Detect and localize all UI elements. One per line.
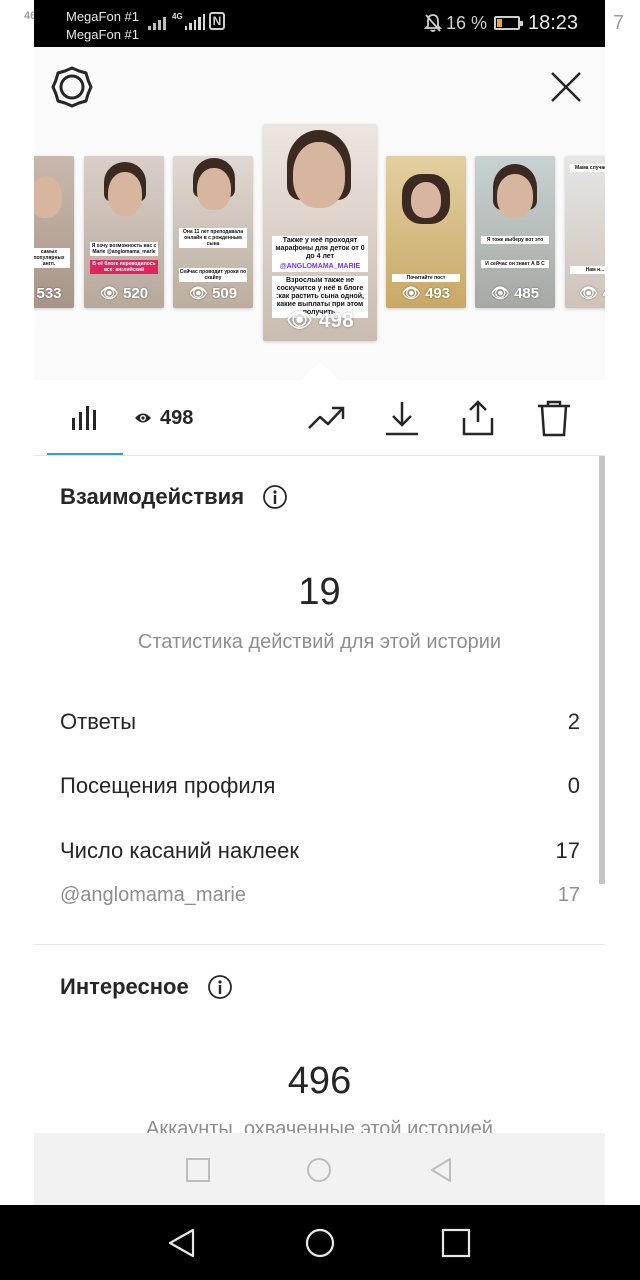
battery-icon bbox=[494, 16, 523, 30]
story-view-count: 👁 493 bbox=[401, 285, 451, 302]
story-thumbnail[interactable]: Почитайте пост 👁 493 bbox=[386, 156, 466, 308]
insights-content: Взаимодействия 19 Статистика действий дл… bbox=[34, 456, 605, 1133]
info-icon[interactable] bbox=[262, 484, 288, 510]
recents-square-icon[interactable] bbox=[440, 1227, 472, 1259]
back-triangle-icon[interactable] bbox=[166, 1227, 198, 1259]
recents-square-icon[interactable] bbox=[185, 1157, 211, 1183]
clock: 18:23 bbox=[528, 12, 579, 34]
discovery-title-text: Интересное bbox=[60, 974, 189, 999]
story-toolbar: 498 bbox=[34, 380, 605, 456]
story-thumbnail-selected[interactable]: Также у неё проходят марафоны для деток … bbox=[263, 124, 377, 341]
story-caption-bottom: И сейчас он знает А В С bbox=[481, 260, 549, 268]
metric-label: Ответы bbox=[60, 709, 137, 734]
screen-margin-left: 46 bbox=[0, 0, 36, 1205]
story-caption-bottom: В её блоге переводилось все: английский bbox=[90, 260, 158, 274]
delete-trash-icon[interactable] bbox=[534, 398, 574, 438]
viewers-count[interactable]: 498 bbox=[134, 404, 193, 432]
story-view-count: 👁 4 bbox=[579, 285, 605, 302]
metric-label: Посещения профиля bbox=[60, 773, 276, 798]
interactions-section-title: Взаимодействия bbox=[60, 484, 288, 510]
story-view-count: 👁 498 bbox=[286, 309, 354, 332]
metric-row-replies: Ответы 2 bbox=[60, 709, 580, 735]
story-caption: Мама случается bbox=[569, 164, 605, 172]
signal-icon bbox=[148, 14, 166, 30]
story-caption: самых популярных англ. bbox=[34, 248, 70, 268]
network-type: 4G bbox=[172, 12, 183, 21]
metric-row-profile-visits: Посещения профиля 0 bbox=[60, 773, 580, 799]
story-thumbnail[interactable]: Я хочу возможность вас с Marie @anglomam… bbox=[84, 156, 164, 308]
download-icon[interactable] bbox=[382, 398, 422, 438]
home-circle-icon[interactable] bbox=[304, 1227, 336, 1259]
story-view-count: 533 bbox=[36, 285, 62, 302]
story-view-count: 👁 520 bbox=[99, 285, 149, 302]
metric-label: @anglomama_marie bbox=[60, 884, 246, 906]
share-icon[interactable] bbox=[458, 398, 498, 438]
viewers-count-value: 498 bbox=[160, 406, 194, 429]
nfc-icon: N bbox=[209, 12, 225, 30]
signal-icon-2 bbox=[185, 14, 206, 30]
story-view-count: 👁 485 bbox=[490, 285, 540, 302]
metric-row-sticker-mention[interactable]: @anglomama_marie 17 bbox=[60, 884, 580, 907]
story-view-count: 👁 509 bbox=[188, 285, 238, 302]
insights-bar-chart-icon[interactable] bbox=[66, 398, 106, 438]
edge-text-right: 7 bbox=[613, 12, 625, 34]
discovery-total: 496 bbox=[287, 1060, 352, 1102]
interactions-caption: Статистика действий для этой истории bbox=[137, 631, 502, 653]
story-thumbnail[interactable]: Я тоже выберу вот это И сейчас он знает … bbox=[475, 156, 555, 308]
selected-story-pointer bbox=[302, 361, 338, 380]
section-divider bbox=[34, 944, 605, 945]
metric-row-sticker-taps: Число касаний наклеек 17 bbox=[60, 838, 580, 864]
carrier-2: MegaFon #1 bbox=[66, 27, 139, 42]
close-icon[interactable] bbox=[546, 67, 586, 107]
eye-icon bbox=[135, 413, 151, 423]
active-tab-indicator bbox=[47, 453, 123, 455]
story-caption-bottom: Нам н... bbox=[569, 266, 605, 274]
mention-sticker[interactable]: @ANGLOMAMA_MARIE bbox=[272, 262, 368, 272]
story-thumbnail[interactable]: Мама случается Нам н... 👁 4 bbox=[565, 156, 605, 308]
carrier-1: MegaFon #1 bbox=[66, 9, 139, 24]
story-header: самых популярных англ. 533 Я хочу возмож… bbox=[34, 47, 605, 380]
metric-value: 0 bbox=[567, 773, 580, 798]
scrollbar[interactable] bbox=[599, 456, 605, 884]
mute-bell-icon bbox=[424, 14, 442, 32]
story-caption-bottom: Сейчас проводит уроки по скайпу bbox=[179, 268, 247, 282]
home-circle-icon[interactable] bbox=[306, 1157, 332, 1183]
metric-value: 2 bbox=[567, 709, 580, 734]
story-caption: Также у неё проходят марафоны для деток … bbox=[272, 236, 368, 262]
status-bar: MegaFon #1 MegaFon #1 4G N 16 % 18:23 bbox=[34, 0, 605, 47]
metric-value: 17 bbox=[557, 884, 580, 906]
promote-trend-icon[interactable] bbox=[306, 398, 346, 438]
system-navigation-bar bbox=[0, 1205, 640, 1280]
back-triangle-icon[interactable] bbox=[428, 1157, 454, 1183]
story-thumbnail[interactable]: самых популярных англ. 533 bbox=[34, 156, 74, 308]
discovery-caption: Аккаунты, охваченные этой историей bbox=[146, 1118, 493, 1133]
screen-margin-right: 7 bbox=[605, 0, 640, 1205]
app-navigation-bar bbox=[34, 1133, 605, 1205]
story-caption: Я тоже выберу вот это bbox=[481, 236, 549, 244]
metric-value: 17 bbox=[555, 838, 580, 863]
story-caption-bottom: Почитайте пост bbox=[392, 274, 460, 282]
story-caption: Я хочу возможность вас с Marie @anglomam… bbox=[90, 242, 158, 256]
battery-percent: 16 % bbox=[446, 13, 488, 33]
interactions-title-text: Взаимодействия bbox=[60, 484, 245, 509]
interactions-total: 19 bbox=[298, 571, 341, 613]
story-thumbnail[interactable]: Она 11 лет преподавала онлайн в с рожден… bbox=[173, 156, 253, 308]
settings-gear-icon[interactable] bbox=[50, 65, 94, 109]
story-caption: Она 11 лет преподавала онлайн в с рожден… bbox=[179, 228, 247, 248]
info-icon[interactable] bbox=[207, 974, 233, 1000]
phone-screen: MegaFon #1 MegaFon #1 4G N 16 % 18:23 са… bbox=[34, 0, 605, 1205]
carrier-info: MegaFon #1 MegaFon #1 bbox=[66, 8, 139, 44]
metric-label: Число касаний наклеек bbox=[60, 838, 299, 863]
discovery-section-title: Интересное bbox=[60, 974, 233, 1000]
